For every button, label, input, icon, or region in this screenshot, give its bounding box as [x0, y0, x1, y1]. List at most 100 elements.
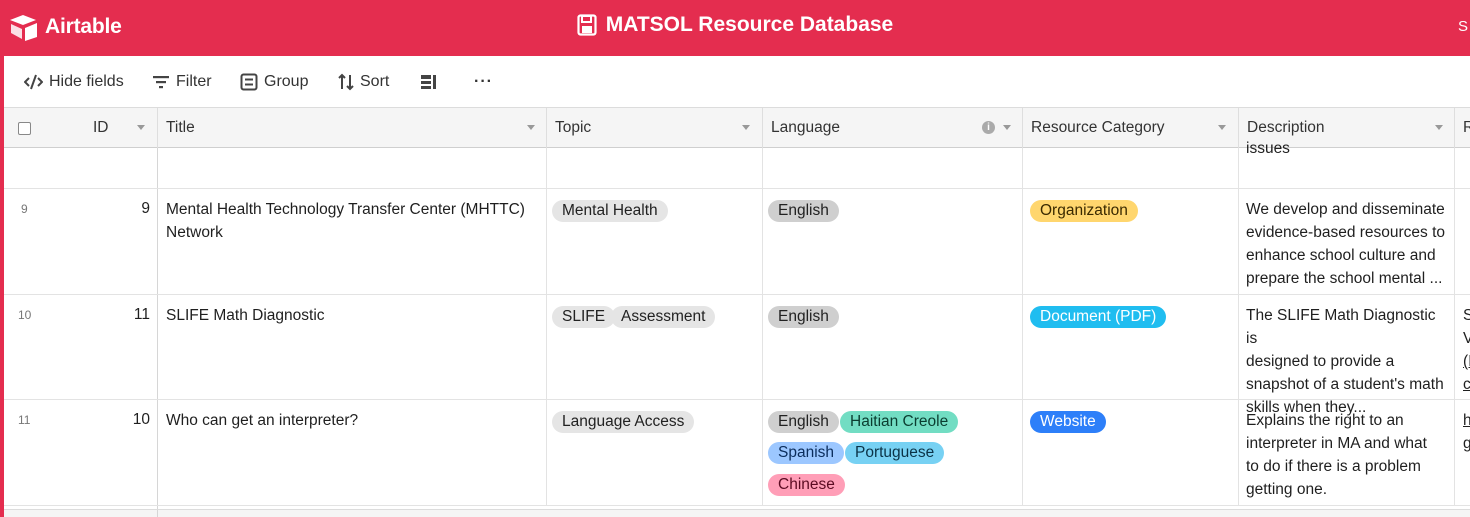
column-menu-icon[interactable]	[1435, 125, 1443, 130]
save-icon	[577, 14, 597, 36]
column-header-language[interactable]: Language i	[763, 108, 1023, 148]
language-tag[interactable]: Haitian Creole	[840, 411, 959, 433]
description-line: The SLIFE Math Diagnostic is	[1246, 307, 1436, 347]
column-header-topic[interactable]: Topic	[547, 108, 763, 148]
column-label-id: ID	[93, 119, 109, 136]
more-options-button[interactable]: ···	[474, 71, 493, 93]
column-divider	[1454, 148, 1455, 505]
topic-tag[interactable]: SLIFE	[552, 306, 616, 328]
column-menu-icon[interactable]	[742, 125, 750, 130]
column-divider	[546, 148, 547, 505]
filter-button[interactable]: Filter	[152, 71, 212, 93]
title-line: Network	[166, 224, 223, 241]
column-label-resource-category: Resource Category	[1031, 119, 1165, 136]
description-cell-partial[interactable]: issues	[1246, 137, 1290, 154]
row-number: 9	[21, 202, 28, 216]
title-cell[interactable]: SLIFE Math Diagnostic	[166, 304, 325, 327]
column-menu-icon[interactable]	[1003, 125, 1011, 130]
hide-fields-icon	[24, 74, 43, 90]
column-header-title[interactable]: Title	[158, 108, 547, 148]
category-tag[interactable]: Organization	[1030, 200, 1138, 222]
row-height-button[interactable]	[420, 71, 438, 93]
row-number: 11	[18, 413, 31, 427]
column-label-title: Title	[166, 119, 195, 136]
title-line: SLIFE Math Diagnostic	[166, 307, 325, 324]
hide-fields-label: Hide fields	[49, 73, 124, 90]
info-icon[interactable]: i	[982, 121, 995, 134]
column-label-next: R	[1463, 119, 1470, 136]
column-menu-icon[interactable]	[1218, 125, 1226, 130]
id-cell[interactable]: 10	[110, 411, 150, 429]
title-line: Mental Health Technology Transfer Center…	[166, 201, 525, 218]
description-line: getting one.	[1246, 481, 1328, 498]
row-divider	[4, 294, 1470, 295]
description-cell[interactable]: Explains the right to an interpreter in …	[1246, 409, 1450, 501]
row-divider	[4, 188, 1470, 189]
base-title-text: MATSOL Resource Database	[605, 13, 894, 36]
topic-tag[interactable]: Language Access	[552, 411, 695, 433]
records-grid: ID Title Topic Language i Resource Categ…	[4, 108, 1470, 517]
description-line: designed to provide a	[1246, 353, 1395, 370]
next-column-line: (I	[1463, 353, 1470, 370]
description-line: Explains the right to an	[1246, 412, 1404, 429]
group-icon	[240, 73, 258, 91]
frozen-divider	[157, 510, 158, 517]
next-column-line: c	[1463, 376, 1470, 393]
hide-fields-button[interactable]: Hide fields	[24, 71, 124, 93]
description-line: snapshot of a student's math	[1246, 376, 1444, 393]
next-column-cell-partial[interactable]: h g	[1463, 409, 1470, 455]
sort-button[interactable]: Sort	[338, 71, 389, 93]
select-all-checkbox[interactable]	[18, 121, 31, 135]
column-header-next[interactable]: R	[1455, 108, 1470, 148]
group-button[interactable]: Group	[240, 71, 308, 93]
view-toolbar: Hide fields Filter Group Sort ···	[4, 56, 1470, 108]
language-tag[interactable]: English	[768, 200, 839, 222]
column-divider	[762, 148, 763, 505]
id-cell[interactable]: 11	[110, 306, 150, 324]
grid-footer	[4, 509, 1470, 517]
title-cell[interactable]: Mental Health Technology Transfer Center…	[166, 198, 525, 244]
title-line: Who can get an interpreter?	[166, 412, 359, 429]
language-tag[interactable]: Chinese	[768, 474, 845, 496]
row-divider	[4, 505, 1470, 506]
description-line: prepare the school mental ...	[1246, 270, 1443, 287]
description-line: to do if there is a problem	[1246, 458, 1421, 475]
base-title[interactable]: MATSOL Resource Database	[0, 13, 1470, 37]
language-tag[interactable]: Spanish	[768, 442, 845, 464]
filter-label: Filter	[176, 73, 212, 90]
row-height-icon	[421, 75, 436, 89]
category-tag[interactable]: Website	[1030, 411, 1106, 433]
next-column-cell-partial[interactable]: S V (I c	[1463, 304, 1470, 396]
next-column-line: g	[1463, 435, 1470, 452]
description-cell[interactable]: We develop and disseminate evidence-base…	[1246, 198, 1450, 290]
column-divider	[1022, 148, 1023, 505]
column-divider	[1238, 148, 1239, 505]
column-menu-icon[interactable]	[137, 125, 145, 130]
description-line: We develop and disseminate	[1246, 201, 1445, 218]
sort-label: Sort	[360, 73, 390, 90]
language-tag[interactable]: English	[768, 411, 839, 433]
title-cell[interactable]: Who can get an interpreter?	[166, 409, 358, 432]
column-label-description: Description	[1247, 119, 1325, 136]
filter-icon	[153, 76, 169, 89]
topic-tag[interactable]: Mental Health	[552, 200, 668, 222]
language-tag[interactable]: Portuguese	[845, 442, 945, 464]
column-menu-icon[interactable]	[527, 125, 535, 130]
topic-tag[interactable]: Assessment	[611, 306, 716, 328]
sort-icon	[338, 73, 354, 91]
column-header-id[interactable]: ID	[4, 108, 158, 148]
next-column-line: V	[1463, 330, 1470, 347]
category-tag[interactable]: Document (PDF)	[1030, 306, 1167, 328]
group-label: Group	[264, 73, 309, 90]
next-column-line: S	[1463, 307, 1470, 324]
language-tag[interactable]: English	[768, 306, 839, 328]
column-label-topic: Topic	[555, 119, 592, 136]
column-label-language: Language	[771, 119, 840, 136]
column-header-resource-category[interactable]: Resource Category	[1023, 108, 1239, 148]
share-button-partial[interactable]: S	[1458, 18, 1470, 35]
id-cell[interactable]: 9	[110, 200, 150, 218]
frozen-divider	[157, 148, 158, 513]
next-column-line: h	[1463, 412, 1470, 429]
description-cell[interactable]: The SLIFE Math Diagnostic is designed to…	[1246, 304, 1450, 419]
row-number: 10	[18, 308, 32, 322]
